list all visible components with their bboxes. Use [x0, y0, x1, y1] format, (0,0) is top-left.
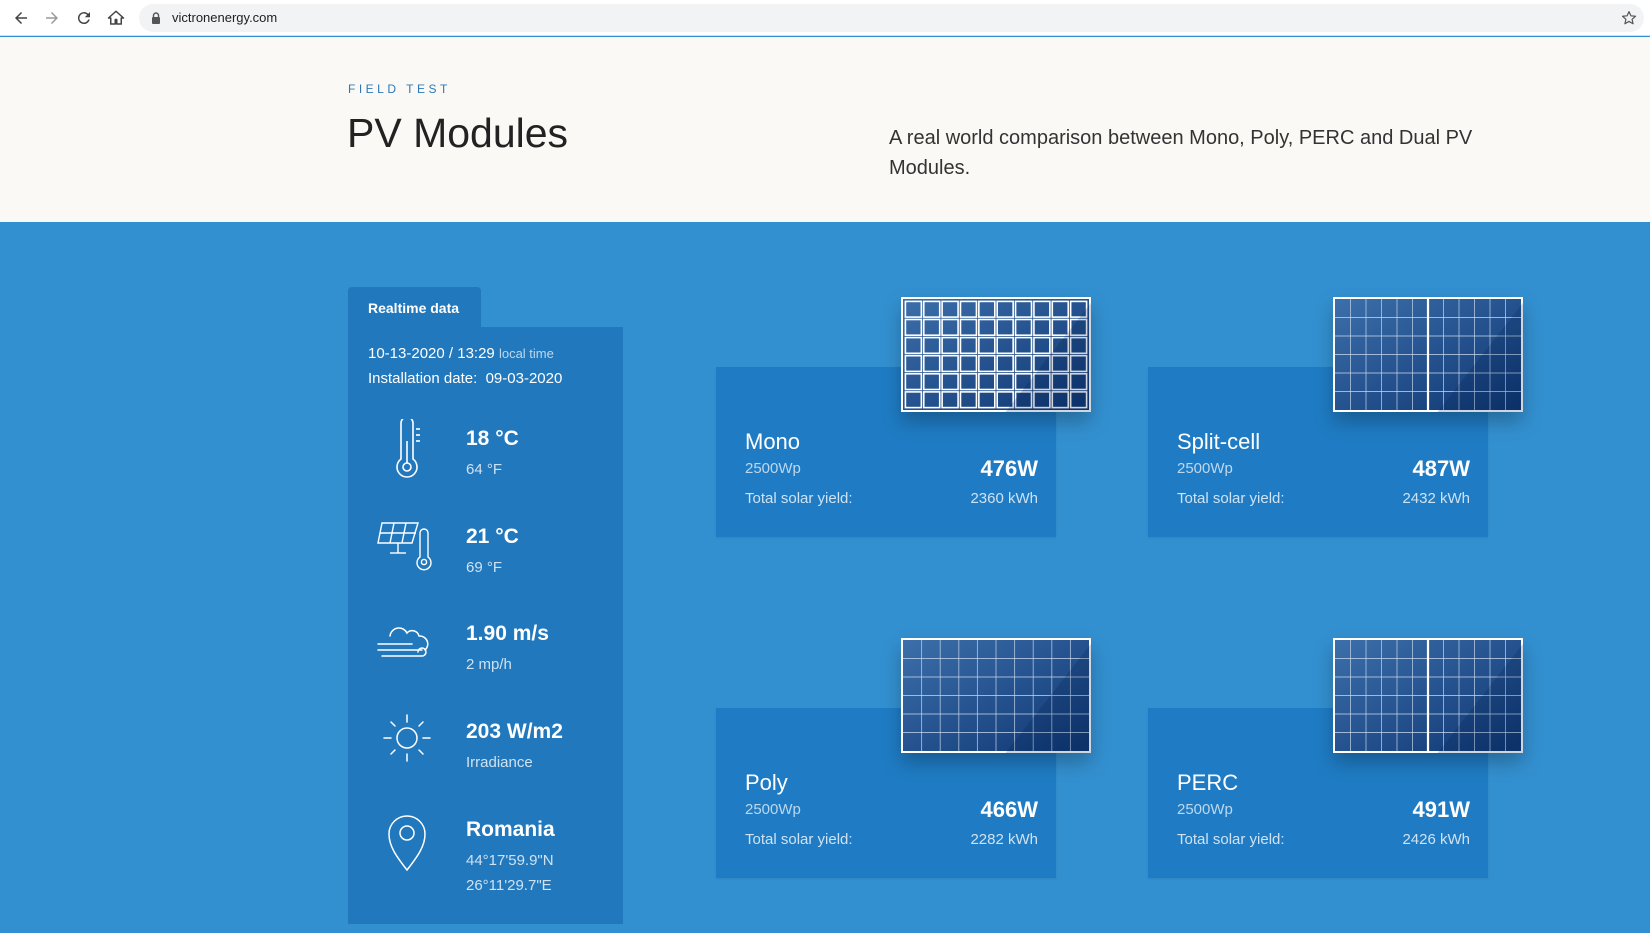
- module-yield-label: Total solar yield:: [1177, 490, 1285, 507]
- poly-panel-svg: [901, 638, 1091, 753]
- installation-date: Installation date: 09-03-2020: [368, 370, 562, 387]
- module-power: 466W: [980, 797, 1038, 822]
- location-pin-icon: [376, 810, 438, 872]
- location-row: Romania 44°17'59.9"N 26°11'29.7"E: [348, 810, 623, 920]
- module-yield-label: Total solar yield:: [1177, 831, 1285, 848]
- irradiance-value: 203 W/m2: [466, 720, 563, 743]
- module-name: Poly: [745, 770, 788, 795]
- url-text: victronenergy.com: [172, 10, 278, 25]
- page-title: PV Modules: [347, 110, 569, 156]
- poly-panel-image: [901, 638, 1091, 753]
- location-latitude: 44°17'59.9"N: [466, 852, 554, 869]
- thermometer-icon: [376, 416, 438, 481]
- wind-cloud-icon: [376, 614, 438, 676]
- mono-panel-svg: [901, 297, 1091, 412]
- module-yield: 2282 kWh: [970, 831, 1038, 848]
- perc-panel-image: [1333, 638, 1523, 753]
- wind-speed-ms: 1.90 m/s: [466, 622, 549, 645]
- page-tagline: A real world comparison between Mono, Po…: [889, 127, 1473, 179]
- module-rating: 2500Wp: [745, 801, 801, 818]
- panel-temperature-c: 21 °C: [466, 525, 519, 548]
- sun-icon: [376, 712, 438, 774]
- module-yield-label: Total solar yield:: [745, 490, 853, 507]
- realtime-datetime: 10-13-2020 / 13:29 local time: [368, 345, 554, 362]
- lock-icon: [152, 12, 160, 24]
- irradiance-row: 203 W/m2 Irradiance: [348, 712, 623, 802]
- eyebrow-label: FIELD TEST: [348, 82, 451, 96]
- hero-section: FIELD TEST PV Modules A real world compa…: [0, 37, 1650, 222]
- ambient-temperature-f: 64 °F: [466, 461, 503, 478]
- reload-button[interactable]: [72, 6, 96, 30]
- irradiance-label: Irradiance: [466, 754, 533, 771]
- module-name: Mono: [745, 429, 801, 454]
- location-longitude: 26°11'29.7"E: [466, 877, 552, 894]
- module-name: PERC: [1177, 770, 1239, 795]
- ambient-temperature-row: 18 °C 64 °F: [348, 416, 623, 509]
- wind-speed-row: 1.90 m/s 2 mp/h: [348, 614, 623, 704]
- browser-toolbar: victronenergy.com: [0, 0, 1650, 36]
- location-country: Romania: [466, 818, 555, 841]
- panel-temperature-icon: [376, 517, 438, 579]
- module-yield: 2360 kWh: [970, 490, 1038, 507]
- split-cell-panel-svg: [1333, 297, 1523, 412]
- arrow-right-icon: [46, 12, 58, 24]
- module-rating: 2500Wp: [1177, 460, 1233, 477]
- module-name: Split-cell: [1177, 429, 1261, 454]
- module-power: 476W: [980, 456, 1038, 481]
- forward-button[interactable]: [40, 6, 64, 30]
- realtime-data-tab[interactable]: Realtime data: [348, 287, 481, 329]
- mono-panel-image: [901, 297, 1091, 412]
- home-button[interactable]: [104, 6, 128, 30]
- module-yield: 2432 kWh: [1402, 490, 1470, 507]
- back-button[interactable]: [9, 6, 33, 30]
- datetime-value: 10-13-2020 / 13:29: [368, 345, 495, 362]
- home-icon: [107, 10, 125, 25]
- ambient-temperature-c: 18 °C: [466, 427, 519, 450]
- location-coordinates: 44°17'59.9"N 26°11'29.7"E: [466, 848, 554, 898]
- address-bar[interactable]: victronenergy.com: [139, 4, 1644, 32]
- module-rating: 2500Wp: [1177, 801, 1233, 818]
- panel-temperature-f: 69 °F: [466, 559, 503, 576]
- module-rating: 2500Wp: [745, 460, 801, 477]
- installation-value: 09-03-2020: [485, 370, 563, 387]
- arrow-left-icon: [15, 12, 27, 24]
- module-power: 487W: [1412, 456, 1470, 481]
- perc-panel-svg: [1333, 638, 1523, 753]
- split-cell-panel-image: [1333, 297, 1523, 412]
- wind-speed-mph: 2 mp/h: [466, 656, 512, 673]
- installation-label: Installation date:: [368, 370, 478, 387]
- panel-temperature-row: 21 °C 69 °F: [348, 517, 623, 607]
- module-yield-label: Total solar yield:: [745, 831, 853, 848]
- bookmark-star-icon[interactable]: [1620, 9, 1638, 27]
- module-power: 491W: [1412, 797, 1470, 822]
- datetime-suffix: local time: [498, 346, 554, 361]
- module-yield: 2426 kWh: [1402, 831, 1470, 848]
- reload-icon: [77, 12, 90, 25]
- realtime-data-panel: 10-13-2020 / 13:29 local time Installati…: [348, 327, 623, 924]
